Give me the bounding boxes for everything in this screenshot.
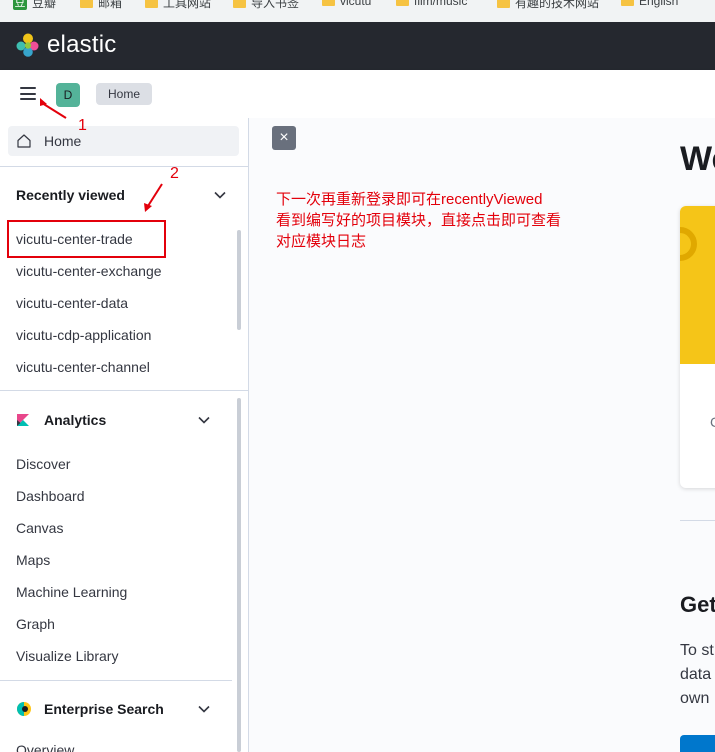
bookmark-item[interactable]: vicutu xyxy=(322,0,371,8)
folder-icon xyxy=(322,0,335,6)
annotation-note: 下一次再重新登录即可在recentlyViewed 看到编写好的项目模块，直接点… xyxy=(276,189,596,252)
recent-item[interactable]: vicutu-center-trade xyxy=(16,231,133,247)
home-icon xyxy=(17,134,31,148)
section-title: Enterprise Search xyxy=(44,701,164,717)
nav-home-label: Home xyxy=(44,133,82,149)
main-content: × 下一次再重新登录即可在recentlyViewed 看到编写好的项目模块，直… xyxy=(249,118,715,752)
divider xyxy=(0,166,248,167)
folder-icon xyxy=(233,0,246,8)
bookmark-item[interactable]: 豆 豆瓣 xyxy=(13,0,56,11)
folder-icon xyxy=(497,0,510,8)
divider xyxy=(680,520,715,521)
section-title: Recently viewed xyxy=(16,187,125,203)
section-body: To st data own xyxy=(680,639,714,711)
douban-icon: 豆 xyxy=(13,0,27,10)
bookmark-label: 有趣的技术网站 xyxy=(515,0,600,10)
folder-icon xyxy=(145,0,158,8)
space-avatar[interactable]: D xyxy=(56,83,80,107)
recent-item[interactable]: vicutu-center-exchange xyxy=(16,263,162,279)
analytics-item[interactable]: Graph xyxy=(16,616,55,632)
breadcrumb-home[interactable]: Home xyxy=(96,83,153,105)
bookmark-label: 邮箱 xyxy=(98,0,123,10)
menu-toggle-button[interactable] xyxy=(20,87,36,100)
chevron-down-icon[interactable] xyxy=(213,188,227,202)
section-title: Analytics xyxy=(44,412,107,428)
bookmark-label: English xyxy=(639,0,679,8)
enterprise-search-item[interactable]: Overview xyxy=(16,742,74,752)
card-title: C xyxy=(710,414,715,430)
enterprise-search-icon xyxy=(17,702,31,716)
kibana-icon xyxy=(17,414,29,426)
primary-button[interactable] xyxy=(680,735,715,752)
bookmarks-bar: 豆 豆瓣 邮箱 工具网站 导入书签 vicutu film/music 有趣的技… xyxy=(0,0,715,23)
card-logo-icon xyxy=(680,227,697,261)
recent-scrollbar[interactable] xyxy=(237,230,241,330)
analytics-item[interactable]: Dashboard xyxy=(16,488,85,504)
bookmark-label: film/music xyxy=(414,0,468,8)
bookmark-item[interactable]: English xyxy=(621,0,678,8)
body-line: data xyxy=(680,666,712,683)
nav-scrollbar[interactable] xyxy=(237,398,241,752)
solution-card[interactable]: C xyxy=(680,206,715,488)
recent-item[interactable]: vicutu-cdp-application xyxy=(16,327,151,343)
recent-item[interactable]: vicutu-center-channel xyxy=(16,359,150,375)
analytics-item[interactable]: Discover xyxy=(16,456,70,472)
analytics-item[interactable]: Machine Learning xyxy=(16,584,127,600)
card-banner xyxy=(680,206,715,364)
note-line: 下一次再重新登录即可在recentlyViewed xyxy=(276,191,543,208)
close-button[interactable]: × xyxy=(272,126,296,150)
nav-home[interactable]: Home xyxy=(8,126,239,156)
bookmark-item[interactable]: 有趣的技术网站 xyxy=(497,0,599,11)
divider xyxy=(0,680,232,681)
folder-icon xyxy=(396,0,409,6)
analytics-item[interactable]: Maps xyxy=(16,552,50,568)
section-analytics[interactable]: Analytics xyxy=(16,412,106,428)
body-line: To st xyxy=(680,642,714,659)
recent-item[interactable]: vicutu-center-data xyxy=(16,295,128,311)
hamburger-bar xyxy=(20,92,36,95)
section-enterprise-search[interactable]: Enterprise Search xyxy=(16,701,164,717)
body-line: own xyxy=(680,690,710,707)
elastic-logo-icon[interactable] xyxy=(16,33,40,57)
chevron-down-icon[interactable] xyxy=(197,702,211,716)
bookmark-label: 豆瓣 xyxy=(32,0,57,10)
chevron-down-icon[interactable] xyxy=(197,413,211,427)
top-toolbar: D Home xyxy=(0,70,715,119)
divider xyxy=(0,390,248,391)
analytics-item[interactable]: Visualize Library xyxy=(16,648,118,664)
bookmark-label: 工具网站 xyxy=(163,0,212,10)
bookmark-label: 导入书签 xyxy=(251,0,300,10)
note-line: 看到编写好的项目模块，直接点击即可查看 xyxy=(276,212,562,229)
side-nav: Home Recently viewed vicutu-center-trade… xyxy=(0,118,249,752)
bookmark-item[interactable]: 工具网站 xyxy=(145,0,211,11)
section-heading: Get xyxy=(680,592,715,617)
app-header: elastic xyxy=(0,22,715,70)
bookmark-label: vicutu xyxy=(340,0,372,8)
folder-icon xyxy=(621,0,634,6)
hamburger-bar xyxy=(20,87,36,89)
brand-name: elastic xyxy=(47,31,117,58)
note-line: 对应模块日志 xyxy=(276,233,367,250)
folder-icon xyxy=(80,0,93,8)
bookmark-item[interactable]: 邮箱 xyxy=(80,0,122,11)
analytics-item[interactable]: Canvas xyxy=(16,520,63,536)
section-recently-viewed[interactable]: Recently viewed xyxy=(16,187,125,203)
hamburger-bar xyxy=(20,98,36,100)
bookmark-item[interactable]: film/music xyxy=(396,0,467,8)
page-title: We xyxy=(680,140,715,178)
bookmark-item[interactable]: 导入书签 xyxy=(233,0,299,11)
